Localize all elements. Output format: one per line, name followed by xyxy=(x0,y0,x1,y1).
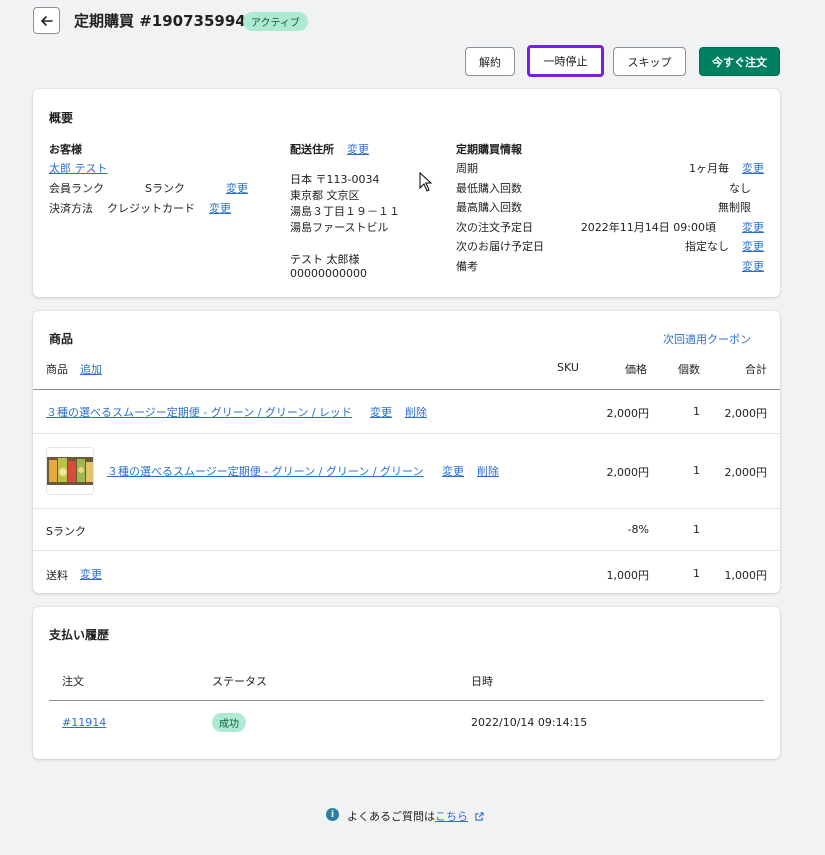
pause-button[interactable]: 一時停止 xyxy=(527,45,604,77)
product-qty: 1 xyxy=(693,405,700,418)
cycle-label: 周期 xyxy=(456,162,478,175)
faq-prefix: よくあるご質問は xyxy=(347,810,435,823)
col-qty-header: 個数 xyxy=(678,363,700,376)
order-link[interactable]: #11914 xyxy=(62,716,106,729)
overview-card: 概要 お客様 太郎 テスト 会員ランク Sランク 変更 決済方法 クレジットカー… xyxy=(33,89,780,297)
address-line-1: 日本 〒113-0034 xyxy=(290,173,380,186)
product-price: 2,000円 xyxy=(606,466,650,479)
min-purchases-value: なし xyxy=(729,182,751,195)
status-badge: アクティブ xyxy=(243,12,308,31)
col-sku-header: SKU xyxy=(557,361,579,374)
skip-button[interactable]: スキップ xyxy=(613,47,686,76)
shipping-change-link[interactable]: 変更 xyxy=(347,141,369,157)
external-link-icon xyxy=(474,812,484,821)
shipping-fee-label: 送料 xyxy=(46,569,68,582)
cycle-value: 1ヶ月毎 xyxy=(689,162,729,175)
recipient-phone: 00000000000 xyxy=(290,267,367,280)
member-rank-label: 会員ランク xyxy=(49,182,104,195)
customer-name-link[interactable]: 太郎 テスト xyxy=(49,160,108,176)
address-line-4: 湯島ファーストビル xyxy=(290,221,389,234)
product-total: 2,000円 xyxy=(724,466,768,479)
next-delivery-date-change-link[interactable]: 変更 xyxy=(742,238,764,254)
discount-value: -8% xyxy=(627,523,649,536)
header-divider xyxy=(33,389,780,390)
product-price: 2,000円 xyxy=(606,407,650,420)
product-delete-link[interactable]: 削除 xyxy=(477,463,499,479)
payment-method-label: 決済方法 xyxy=(49,202,93,215)
member-rank-value: Sランク xyxy=(145,182,185,195)
next-coupon-link[interactable]: 次回適用クーポン xyxy=(663,331,751,347)
subscription-info-heading: 定期購買情報 xyxy=(456,143,522,156)
product-thumbnail xyxy=(46,447,94,495)
shipping-fee-price: 1,000円 xyxy=(606,569,650,582)
address-line-3: 湯島３丁目１９－１１ xyxy=(290,205,400,218)
product-change-link[interactable]: 変更 xyxy=(442,463,464,479)
overview-title: 概要 xyxy=(49,111,74,125)
shipping-heading: 配送住所 xyxy=(290,143,334,156)
back-button[interactable] xyxy=(33,7,60,34)
order-now-button[interactable]: 今すぐ注文 xyxy=(699,47,780,76)
notes-label: 備考 xyxy=(456,260,478,273)
payment-method-value: クレジットカード xyxy=(107,202,195,215)
payment-history-card: 支払い履歴 注文 ステータス 日時 #11914 成功 2022/10/14 0… xyxy=(33,607,780,759)
arrow-left-icon xyxy=(40,15,53,26)
product-delete-link[interactable]: 削除 xyxy=(405,404,427,420)
next-order-date-value: 2022年11月14日 09:00頃 xyxy=(580,221,716,234)
products-card: 商品 次回適用クーポン 商品 追加 SKU 価格 個数 合計 ３種の選べるスムー… xyxy=(33,311,780,593)
customer-heading: お客様 xyxy=(49,143,82,156)
shipping-fee-change-link[interactable]: 変更 xyxy=(80,566,102,582)
shipping-fee-total: 1,000円 xyxy=(724,569,768,582)
product-change-link[interactable]: 変更 xyxy=(370,404,392,420)
faq-text: よくあるご質問はこちら xyxy=(347,808,484,824)
payment-date: 2022/10/14 09:14:15 xyxy=(471,716,588,729)
next-delivery-date-label: 次のお届け予定日 xyxy=(456,240,544,253)
row-divider xyxy=(33,550,780,551)
product-name-link[interactable]: ３種の選べるスムージー定期便 - グリーン / グリーン / グリーン xyxy=(107,463,424,479)
shipping-fee-qty: 1 xyxy=(693,567,700,580)
mouse-cursor-icon xyxy=(419,172,433,192)
recipient-name: テスト 太郎様 xyxy=(290,253,360,266)
row-divider xyxy=(33,508,780,509)
next-order-date-change-link[interactable]: 変更 xyxy=(742,219,764,235)
info-icon: i xyxy=(326,808,339,821)
notes-change-link[interactable]: 変更 xyxy=(742,258,764,274)
faq-link[interactable]: こちら xyxy=(435,810,468,823)
payment-history-title: 支払い履歴 xyxy=(49,628,110,642)
discount-label: Sランク xyxy=(46,525,86,538)
col-total-header: 合計 xyxy=(745,363,767,376)
product-name-link[interactable]: ３種の選べるスムージー定期便 - グリーン / グリーン / レッド xyxy=(46,404,352,420)
payment-status-badge: 成功 xyxy=(212,713,246,732)
discount-qty: 1 xyxy=(693,523,700,536)
payment-method-change-link[interactable]: 変更 xyxy=(209,200,231,216)
next-delivery-date-value: 指定なし xyxy=(685,240,729,253)
row-divider xyxy=(33,433,780,434)
max-purchases-value: 無制限 xyxy=(718,201,751,214)
address-line-2: 東京都 文京区 xyxy=(290,189,360,202)
max-purchases-label: 最高購入回数 xyxy=(456,201,522,214)
member-rank-change-link[interactable]: 変更 xyxy=(226,180,248,196)
payments-header-divider xyxy=(49,700,764,701)
col-price-header: 価格 xyxy=(625,363,647,376)
min-purchases-label: 最低購入回数 xyxy=(456,182,522,195)
col-product-header: 商品 xyxy=(46,363,68,376)
cancel-subscription-button[interactable]: 解約 xyxy=(465,47,515,76)
col-date-header: 日時 xyxy=(471,675,493,688)
product-total: 2,000円 xyxy=(724,407,768,420)
next-order-date-label: 次の注文予定日 xyxy=(456,221,533,234)
add-product-link[interactable]: 追加 xyxy=(80,361,102,377)
products-title: 商品 xyxy=(49,332,74,346)
cycle-change-link[interactable]: 変更 xyxy=(742,160,764,176)
product-qty: 1 xyxy=(693,464,700,477)
page-title: 定期購買 #1907359949 xyxy=(74,12,257,30)
col-status-header: ステータス xyxy=(212,675,267,688)
col-order-header: 注文 xyxy=(62,675,84,688)
